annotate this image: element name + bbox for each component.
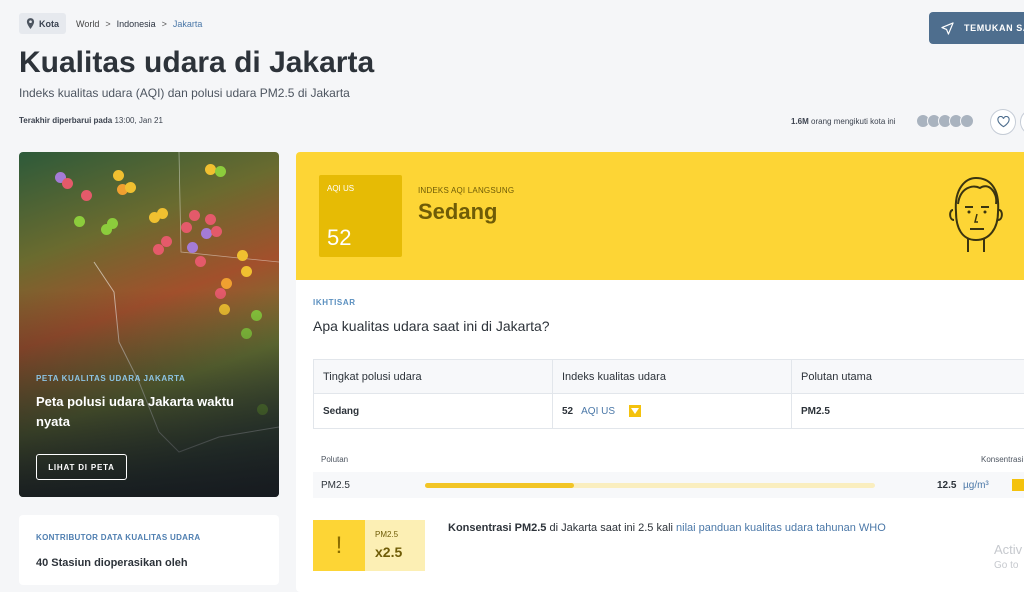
watermark-line1: Activ xyxy=(994,542,1023,557)
location-pin-icon xyxy=(26,18,35,29)
breadcrumb-separator: > xyxy=(105,18,111,29)
face-icon xyxy=(949,176,1003,252)
kota-badge[interactable]: Kota xyxy=(19,13,66,34)
find-location-label: TEMUKAN SA xyxy=(964,23,1024,33)
table-header: Polutan utama xyxy=(801,370,872,383)
aqi-cell: 52 AQI US xyxy=(553,394,792,428)
aqi-level: Sedang xyxy=(418,199,498,224)
table-header-row: Tingkat polusi udara Indeks kualitas uda… xyxy=(314,360,1024,394)
watermark-line2: Go to xyxy=(994,560,1019,571)
contributors-card: KONTRIBUTOR DATA KUALITAS UDARA 40 Stasi… xyxy=(19,515,279,585)
overview-table: Tingkat polusi udara Indeks kualitas uda… xyxy=(313,359,1024,429)
breadcrumb: Kota World > Indonesia > Jakarta xyxy=(19,13,202,34)
concentration-bar-fill xyxy=(425,483,574,488)
contributors-eyebrow: KONTRIBUTOR DATA KUALITAS UDARA xyxy=(36,533,201,542)
aqi-cell-unit[interactable]: AQI US xyxy=(581,406,615,417)
aqi-cell-value: 52 xyxy=(562,405,574,417)
aqi-box-label: AQI US xyxy=(327,184,355,193)
os-watermark: Activ Go to xyxy=(994,542,1022,574)
aqi-value: 52 xyxy=(327,225,352,250)
main-pollutant-cell: PM2.5 xyxy=(801,405,830,417)
aqi-band: AQI US 52 INDEKS AQI LANGSUNG Sedang xyxy=(296,152,1024,280)
breadcrumb-separator: > xyxy=(161,18,167,29)
concentration-unit[interactable]: µg/m³ xyxy=(963,480,989,491)
navigation-arrow-icon xyxy=(941,21,954,35)
map-card[interactable]: PETA KUALITAS UDARA JAKARTA Peta polusi … xyxy=(19,152,279,497)
concentration-header: Konsentrasi xyxy=(981,455,1024,464)
overview-question: Apa kualitas udara saat ini di Jakarta? xyxy=(313,318,550,334)
pollutant-header: Polutan xyxy=(321,455,349,464)
map-shade xyxy=(19,152,279,497)
avatar xyxy=(960,114,974,128)
find-location-button[interactable]: TEMUKAN SA xyxy=(929,12,1024,44)
table-header: Tingkat polusi udara xyxy=(314,360,553,393)
map-title: Peta polusi udara Jakarta waktu nyata xyxy=(36,394,234,429)
breadcrumb-country[interactable]: Indonesia xyxy=(117,19,156,29)
table-header: Indeks kualitas udara xyxy=(553,360,792,393)
followers-info: 1.6M orang mengikuti kota ini xyxy=(791,117,896,126)
last-updated: Terakhir diperbarui pada 13:00, Jan 21 xyxy=(19,116,163,125)
share-button[interactable] xyxy=(1020,109,1024,135)
dropdown-triangle-icon[interactable] xyxy=(629,405,642,417)
followers-text: orang mengikuti kota ini xyxy=(811,117,896,126)
page-title: Kualitas udara di Jakarta xyxy=(19,46,375,79)
aqi-main-card: AQI US 52 INDEKS AQI LANGSUNG Sedang IKH… xyxy=(296,152,1024,592)
warning-icon: ! xyxy=(313,520,365,571)
page-subtitle: Indeks kualitas udara (AQI) dan polusi u… xyxy=(19,86,350,100)
breadcrumb-city[interactable]: Jakarta xyxy=(173,19,203,29)
heart-icon xyxy=(996,116,1010,128)
follow-button[interactable] xyxy=(990,109,1016,135)
who-multiplier-box: ! PM2.5 x2.5 xyxy=(313,520,425,571)
breadcrumb-world[interactable]: World xyxy=(76,19,99,29)
last-updated-value: 13:00, Jan 21 xyxy=(114,116,163,125)
view-map-button[interactable]: LIHAT DI PETA xyxy=(36,454,127,480)
live-aqi-label: INDEKS AQI LANGSUNG xyxy=(418,186,515,195)
kota-label: Kota xyxy=(39,18,59,29)
pollutant-name: PM2.5 xyxy=(321,479,350,491)
followers-count: 1.6M xyxy=(791,117,809,126)
warning-mid: di Jakarta saat ini 2.5 kali xyxy=(546,522,677,534)
who-guideline-link[interactable]: nilai panduan kualitas udara tahunan WHO xyxy=(676,522,886,534)
who-guideline-text: Konsentrasi PM2.5 di Jakarta saat ini 2.… xyxy=(448,522,886,534)
aqi-value-box: AQI US 52 xyxy=(319,175,402,257)
concentration-value: 12.5 xyxy=(937,479,957,491)
table-row: Sedang 52 AQI US PM2.5 xyxy=(314,394,1024,428)
contributors-text: 40 Stasiun dioperasikan oleh xyxy=(36,557,188,569)
map-eyebrow: PETA KUALITAS UDARA JAKARTA xyxy=(36,374,186,383)
pollution-level-cell: Sedang xyxy=(314,394,553,428)
multiplier-label: PM2.5 xyxy=(375,530,399,539)
dropdown-triangle-icon[interactable] xyxy=(1012,479,1024,491)
multiplier-panel: PM2.5 x2.5 xyxy=(365,520,425,571)
follower-avatars xyxy=(916,114,974,128)
concentration-bar xyxy=(425,483,875,488)
last-updated-label: Terakhir diperbarui pada xyxy=(19,116,113,125)
pollutant-row: PM2.5 12.5 µg/m³ xyxy=(313,472,1024,498)
multiplier-value: x2.5 xyxy=(375,544,403,560)
warning-bold: Konsentrasi PM2.5 xyxy=(448,522,547,534)
overview-eyebrow: IKHTISAR xyxy=(313,298,356,307)
